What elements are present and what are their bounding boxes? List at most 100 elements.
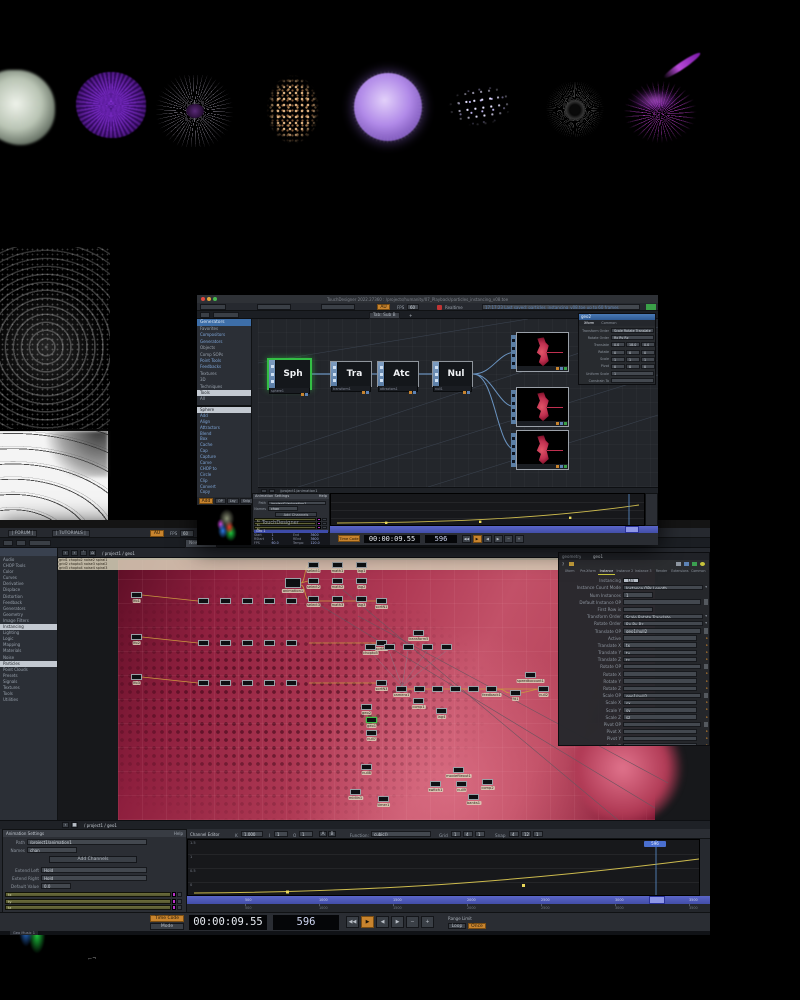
expr-flag-icon[interactable]: ▸ [706, 743, 708, 745]
node-midiin1[interactable]: midiin1 [350, 789, 361, 795]
flag-chip[interactable] [463, 391, 466, 394]
node-camera1[interactable]: camera1 [396, 686, 407, 692]
node-comp2[interactable]: comp2 [482, 779, 493, 785]
flag-chip[interactable] [362, 391, 365, 394]
param-value-2[interactable]: 1 [641, 357, 655, 362]
channel-color-swatch[interactable] [172, 905, 176, 910]
node-[interactable] [198, 598, 209, 604]
transport-button-1[interactable]: ▶ [361, 916, 374, 928]
node-comp1[interactable]: comp1 [413, 698, 424, 704]
w1-curve-graph[interactable] [330, 493, 645, 526]
forward-icon[interactable]: › [71, 550, 78, 556]
chevron-down-icon[interactable]: ▾ [705, 614, 707, 618]
param-field[interactable]: 1 [611, 371, 654, 376]
w1-anim-help[interactable]: Help [319, 494, 327, 499]
param-channel-field[interactable] [623, 743, 697, 745]
add-channels-button[interactable]: Add Channels [49, 856, 137, 863]
w1-tabrow-btn2[interactable] [213, 312, 239, 318]
fps-value[interactable]: 60 [180, 530, 194, 537]
op-category-all[interactable]: All [197, 396, 251, 402]
transport-button-4[interactable]: − [504, 535, 513, 543]
w1-layout-tab[interactable]: Tab: Sub B [369, 312, 400, 319]
back-icon[interactable]: ‹ [62, 550, 69, 556]
param-toggle[interactable]: On [623, 578, 639, 583]
node-lag4[interactable]: lag4 [436, 708, 447, 714]
expr-flag-icon[interactable]: ▸ [706, 707, 708, 711]
param-field[interactable] [623, 722, 701, 727]
viewer-chip[interactable] [560, 422, 563, 425]
grid-field-1[interactable]: 1 [451, 831, 461, 837]
node-xform1[interactable] [432, 686, 443, 692]
param-field[interactable] [623, 607, 653, 612]
node-[interactable] [220, 680, 231, 686]
node-fit1[interactable]: fit1 [510, 690, 521, 696]
param-dropdown[interactable]: Rx Ry Rz [611, 335, 654, 340]
w2-network-path[interactable]: / project1 / geo1 [102, 551, 135, 556]
forum-link[interactable]: | FORUM | [8, 530, 37, 537]
transport-button-3[interactable]: ▶ [391, 916, 404, 928]
snap-field-2[interactable]: 12 [521, 831, 531, 837]
expr-flag-icon[interactable]: ▸ [706, 729, 708, 733]
node-[interactable] [220, 598, 231, 604]
viewer-chip[interactable] [564, 422, 567, 425]
expr-flag-icon[interactable]: ▸ [706, 636, 708, 640]
channel-row-tz[interactable]: tz [5, 905, 171, 910]
node-transform1[interactable]: Tratransform1 [330, 361, 372, 387]
expr-flag-icon[interactable]: ▸ [706, 715, 708, 719]
param-channel-field[interactable]: ty [623, 650, 697, 655]
w1-realtime-icon[interactable] [437, 305, 442, 310]
chevron-down-icon[interactable]: ▾ [705, 585, 707, 589]
viewer-chip[interactable] [560, 465, 563, 468]
expr-flag-icon[interactable]: ▸ [706, 650, 708, 654]
node-null1[interactable]: Nulnull1 [432, 361, 473, 387]
param-value-1[interactable]: 1 [626, 357, 640, 362]
anim-path-field[interactable]: /project1/animation1 [27, 839, 147, 845]
help-icon[interactable]: ? [562, 562, 564, 567]
param-tab-render[interactable]: Render [653, 568, 670, 575]
w1-add-button[interactable]: Add [199, 498, 213, 504]
op-picker-icon[interactable] [704, 693, 708, 698]
transport-button-0[interactable]: ◀◀ [346, 916, 359, 928]
au-badge[interactable]: AU [150, 530, 164, 537]
w1-names-field[interactable]: chan [268, 506, 298, 511]
w1-graph-scroll[interactable] [645, 493, 658, 526]
param-channel-field[interactable] [623, 729, 697, 734]
param-tab-instance-3[interactable]: Instance 3 [635, 568, 652, 575]
node-transform5[interactable]: transform5 [413, 630, 424, 636]
transport-button-2[interactable]: ◀ [376, 916, 389, 928]
node-math2[interactable]: math2 [332, 578, 343, 584]
plus-icon[interactable] [692, 562, 697, 566]
w1-preview-thumb[interactable] [197, 505, 252, 545]
op-picker-icon[interactable] [704, 722, 708, 727]
mode-button[interactable]: Mode [150, 923, 184, 930]
function-field[interactable]: cubic() [371, 831, 431, 837]
flag-chip[interactable] [413, 391, 416, 394]
w1-layout-tab-add[interactable]: + [409, 313, 412, 318]
viewer-chip[interactable] [556, 422, 559, 425]
default-value-field[interactable]: 0.0 [41, 883, 71, 889]
expr-flag-icon[interactable]: ▸ [706, 671, 708, 675]
channel-expand-button[interactable] [322, 518, 327, 521]
param-field[interactable] [623, 599, 701, 604]
node-[interactable] [286, 680, 297, 686]
viewer-chip[interactable] [556, 367, 559, 370]
node-chopto5[interactable]: chopto5 [365, 644, 376, 650]
param-dropdown[interactable]: Scale Rotate Translate [611, 328, 654, 333]
home-icon[interactable]: ⌂ [89, 550, 96, 556]
param-value-2[interactable]: 0.0 [641, 342, 655, 347]
param-channel-field[interactable]: tz [623, 657, 697, 662]
grid-field-3[interactable]: 1 [475, 831, 485, 837]
range-bar-playhead[interactable] [649, 896, 665, 904]
tutorials-link[interactable]: | TUTORIALS | [52, 530, 90, 537]
pencil-icon[interactable] [676, 562, 681, 566]
viewer-chip[interactable] [556, 465, 559, 468]
channel-expand-button[interactable] [322, 526, 327, 529]
expr-flag-icon[interactable]: ▸ [706, 679, 708, 683]
node-[interactable] [220, 640, 231, 646]
param-dropdown[interactable]: Scale Rotate Translate [623, 614, 703, 619]
node-math4[interactable] [403, 644, 414, 650]
param-value-2[interactable]: 0 [641, 350, 655, 355]
param-channel-field[interactable]: tx [623, 642, 697, 647]
param-channel-field[interactable]: sz [623, 714, 697, 719]
w1-titlebar[interactable]: TouchDesigner 2022.27360 : /projects/hum… [197, 295, 658, 303]
